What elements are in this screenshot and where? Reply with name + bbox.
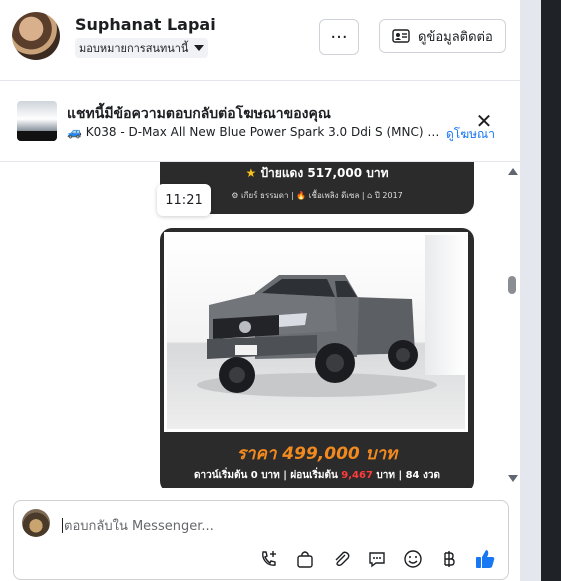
scroll-up-arrow-icon[interactable] [508, 168, 518, 175]
more-options-button[interactable]: ··· [319, 19, 359, 55]
assign-label: มอบหมายการสนทนานี้ [79, 42, 189, 55]
more-icon: ··· [330, 26, 348, 48]
pickup-truck-photo[interactable] [164, 232, 468, 432]
close-icon[interactable]: ✕ [474, 111, 494, 131]
ad-thumbnail[interactable] [17, 101, 57, 141]
assign-conversation-dropdown[interactable]: มอบหมายการสนทนานี้ [75, 38, 209, 58]
contact-avatar[interactable] [12, 12, 60, 60]
emoji-icon[interactable] [401, 547, 425, 571]
ad-banner-title: แชทนี้มีข้อความตอบกลับต่อโฆษณาของคุณ [67, 106, 331, 122]
star-icon: ★ [245, 166, 257, 180]
reply-input[interactable]: ตอบกลับใน Messenger... [62, 515, 214, 536]
window-edge [520, 0, 561, 581]
thumbs-up-icon[interactable] [473, 547, 497, 571]
paperclip-icon[interactable] [329, 547, 353, 571]
page-avatar [22, 509, 50, 537]
phone-plus-icon[interactable] [257, 547, 281, 571]
ad-description: 🚙 K038 - D-Max All New Blue Power Spark … [67, 125, 447, 139]
view-contact-button[interactable]: ดูข้อมูลติดต่อ [379, 19, 506, 53]
card-price-text: ราคา 499,000 บาท [236, 444, 398, 464]
monthly-amount: 9,467 [341, 470, 373, 481]
contact-card-icon [392, 29, 410, 43]
message-composer[interactable]: ตอบกลับใน Messenger... [13, 500, 509, 580]
card-price-text: ป้ายแดง 517,000 บาท [260, 166, 389, 180]
card-finance-text: ดาวน์เริ่มต้น 0 บาท | ผ่อนเริ่มต้น 9,467… [194, 470, 440, 481]
scrollbar-thumb[interactable] [508, 276, 516, 294]
scrollbar[interactable] [505, 165, 519, 485]
chevron-down-icon [194, 45, 205, 51]
message-timestamp: 11:21 [157, 184, 211, 216]
saved-replies-icon[interactable] [365, 547, 389, 571]
message-image-card[interactable]: ราคา 499,000 บาท ดาวน์เริ่มต้น 0 บาท | ผ… [160, 228, 474, 488]
scroll-down-arrow-icon[interactable] [508, 475, 518, 482]
shopping-bag-icon[interactable] [293, 547, 317, 571]
reply-placeholder: ตอบกลับใน Messenger... [64, 519, 214, 534]
composer-toolbar [14, 547, 508, 573]
baht-icon[interactable] [437, 547, 461, 571]
message-thread[interactable]: ★ ป้ายแดง 517,000 บาท ⚙ เกียร์ ธรรมดา | … [0, 162, 520, 488]
conversation-header: Suphanat Lapai มอบหมายการสนทนานี้ ··· ดู… [0, 0, 520, 81]
ad-reply-banner: แชทนี้มีข้อความตอบกลับต่อโฆษณาของคุณ 🚙 K… [0, 81, 520, 162]
view-contact-label: ดูข้อมูลติดต่อ [418, 29, 493, 45]
contact-name[interactable]: Suphanat Lapai [75, 15, 216, 34]
